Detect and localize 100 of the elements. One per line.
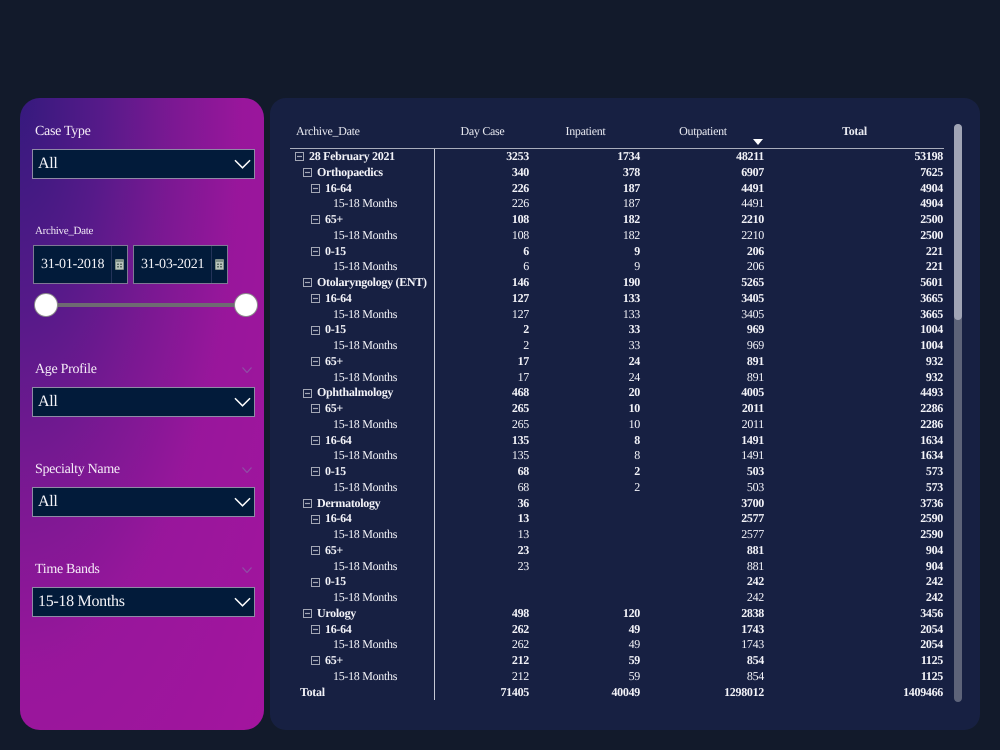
collapse-icon[interactable] bbox=[311, 357, 320, 366]
table-cell: 133 bbox=[622, 290, 641, 306]
slider-thumb[interactable] bbox=[234, 293, 258, 317]
collapse-icon[interactable] bbox=[311, 326, 320, 335]
table-cell: 1634 bbox=[920, 448, 944, 464]
table-cell: 20 bbox=[628, 385, 641, 401]
column-header[interactable]: Archive_Date bbox=[290, 120, 435, 148]
row-label: 15-18 Months bbox=[333, 259, 398, 275]
table-cell: 242 bbox=[746, 590, 765, 606]
column-header[interactable]: Day Case bbox=[435, 120, 530, 148]
dropdown[interactable]: All bbox=[32, 487, 255, 517]
collapse-icon[interactable] bbox=[311, 578, 320, 587]
table-cell: 1743 bbox=[741, 637, 765, 653]
table-cell: 108 bbox=[512, 212, 530, 228]
collapse-icon[interactable] bbox=[303, 168, 312, 178]
table-cell: 932 bbox=[926, 354, 944, 370]
scrollbar[interactable] bbox=[954, 124, 962, 702]
collapse-icon[interactable] bbox=[303, 388, 312, 398]
collapse-icon[interactable] bbox=[311, 294, 320, 304]
collapse-icon[interactable] bbox=[311, 467, 320, 476]
table-cell: 133 bbox=[622, 306, 641, 322]
table-cell: 23 bbox=[518, 558, 530, 574]
table-cell: 6 bbox=[523, 244, 530, 260]
calendar-icon[interactable] bbox=[115, 259, 124, 270]
table-cell: 187 bbox=[622, 180, 641, 196]
row-label: Ophthalmology bbox=[317, 385, 394, 401]
slider-thumb[interactable] bbox=[34, 293, 58, 317]
collapse-icon[interactable] bbox=[311, 624, 320, 634]
dropdown[interactable]: 15-18 Months bbox=[32, 587, 255, 617]
table-cell: 108 bbox=[512, 228, 530, 244]
table-cell: 24 bbox=[628, 354, 641, 370]
table-cell: 969 bbox=[746, 338, 765, 354]
table-cell: 127 bbox=[512, 306, 530, 322]
table-cell: 226 bbox=[512, 180, 530, 196]
collapse-icon[interactable] bbox=[303, 609, 312, 618]
table-cell: 969 bbox=[746, 322, 765, 338]
dropdown[interactable]: All bbox=[32, 149, 255, 179]
column-header[interactable]: Outpatient bbox=[641, 120, 765, 148]
collapse-icon[interactable] bbox=[303, 498, 312, 508]
table-cell: 40049 bbox=[611, 684, 641, 700]
table-cell: 1491 bbox=[741, 448, 765, 464]
table-cell: 2590 bbox=[920, 511, 944, 527]
dropdown[interactable]: All bbox=[32, 387, 255, 417]
date-field[interactable]: 31-01-2018 bbox=[33, 245, 128, 284]
table-cell: 3405 bbox=[741, 306, 765, 322]
table-cell: 17 bbox=[518, 354, 530, 370]
collapse-icon[interactable] bbox=[311, 436, 320, 445]
row-label: 65+ bbox=[325, 542, 343, 558]
scrollbar-thumb[interactable] bbox=[954, 124, 962, 320]
table-cell: 1634 bbox=[920, 432, 944, 448]
table-cell: 53198 bbox=[914, 149, 944, 165]
table-cell: 881 bbox=[746, 558, 765, 574]
collapse-icon[interactable] bbox=[311, 404, 320, 414]
table-cell: 262 bbox=[512, 622, 530, 638]
table-cell: 10 bbox=[628, 401, 641, 417]
column-header[interactable]: Inpatient bbox=[530, 120, 641, 148]
table-cell: 49 bbox=[628, 637, 641, 653]
table-cell: 468 bbox=[512, 385, 530, 401]
collapse-icon[interactable] bbox=[303, 278, 312, 288]
table-cell: 573 bbox=[926, 480, 944, 496]
collapse-icon[interactable] bbox=[311, 184, 320, 193]
slicer-title: Archive_Date bbox=[34, 224, 94, 239]
table-cell: 932 bbox=[926, 370, 944, 386]
date-field[interactable]: 31-03-2021 bbox=[133, 245, 228, 284]
table-cell: 854 bbox=[746, 668, 765, 684]
table-cell: 3736 bbox=[920, 496, 944, 512]
row-label: 15-18 Months bbox=[333, 196, 398, 212]
table-cell: 68 bbox=[518, 480, 530, 496]
table-cell: 1125 bbox=[920, 653, 944, 669]
row-label: 65+ bbox=[325, 401, 343, 417]
row-label: 15-18 Months bbox=[333, 527, 398, 543]
collapse-icon[interactable] bbox=[311, 546, 320, 556]
table-cell: 1409466 bbox=[903, 684, 944, 700]
collapse-icon[interactable] bbox=[311, 656, 320, 666]
row-label: Orthopaedics bbox=[317, 164, 383, 180]
row-label: 16-64 bbox=[325, 180, 352, 196]
row-label: 15-18 Months bbox=[333, 637, 398, 653]
table-cell: 2210 bbox=[741, 228, 765, 244]
table-cell: 904 bbox=[926, 542, 944, 558]
collapse-icon[interactable] bbox=[311, 246, 320, 256]
collapse-icon[interactable] bbox=[311, 215, 320, 224]
table-cell: 265 bbox=[512, 416, 530, 432]
table-cell: 59 bbox=[628, 653, 641, 669]
table-cell: 49 bbox=[628, 622, 641, 638]
row-label: 0-15 bbox=[325, 244, 346, 260]
row-label: 15-18 Months bbox=[333, 228, 398, 244]
table-cell: 182 bbox=[622, 228, 641, 244]
table-cell: 48211 bbox=[736, 149, 765, 165]
table-cell: 2011 bbox=[742, 416, 765, 432]
table-cell: 5601 bbox=[920, 275, 944, 291]
sort-descending-icon[interactable] bbox=[753, 139, 763, 145]
row-label: 65+ bbox=[325, 354, 343, 370]
table-cell: 8 bbox=[634, 448, 641, 464]
collapse-icon[interactable] bbox=[311, 514, 320, 524]
table-cell: 2590 bbox=[920, 527, 944, 543]
table-cell: 6907 bbox=[741, 164, 765, 180]
calendar-icon[interactable] bbox=[215, 259, 224, 270]
column-header[interactable]: Total bbox=[765, 120, 944, 148]
range-slider[interactable] bbox=[34, 293, 258, 317]
collapse-icon[interactable] bbox=[295, 152, 304, 162]
